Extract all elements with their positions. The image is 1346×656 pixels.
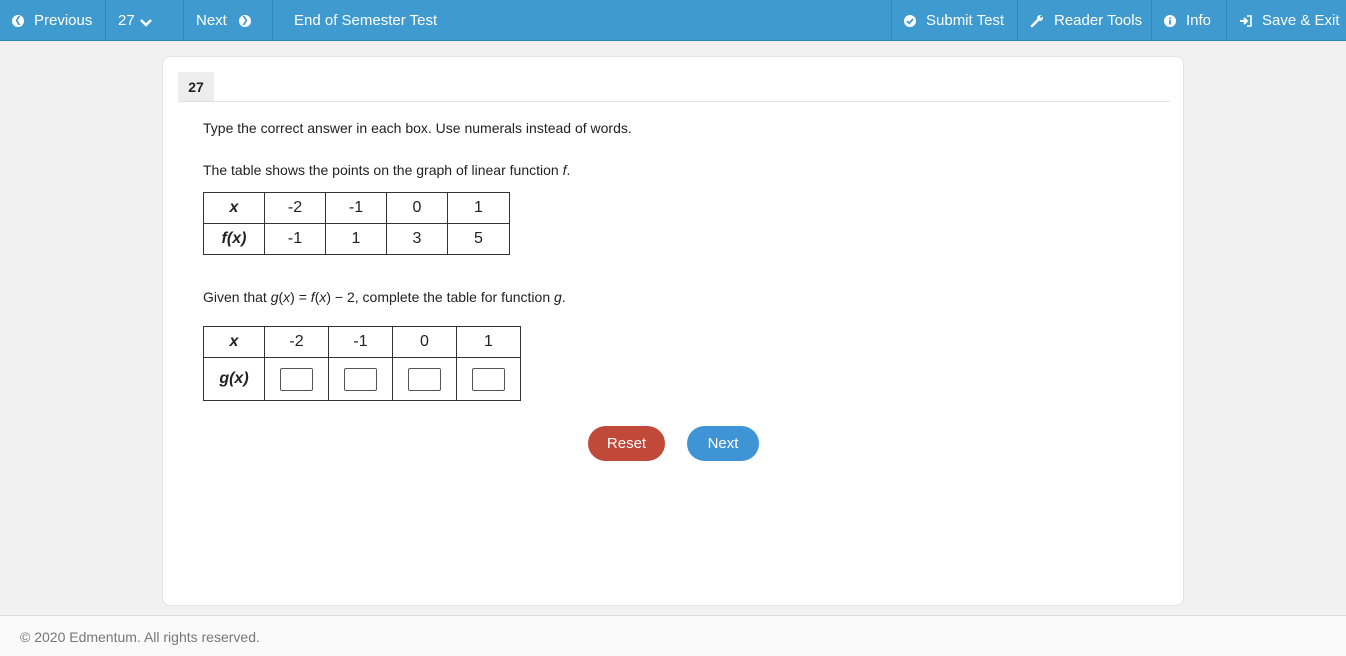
f-table-x-cell: 1: [447, 192, 510, 224]
g-table-x-header: x: [203, 326, 265, 358]
g-table-x-cell: 1: [456, 326, 521, 358]
f-table-fx-header: f(x): [203, 223, 265, 255]
divider: [105, 0, 106, 41]
submit-test-label: Submit Test: [926, 12, 1005, 29]
f-table-x-header: x: [203, 192, 265, 224]
reader-tools-label: Reader Tools: [1054, 12, 1143, 29]
question-selector[interactable]: 27: [118, 0, 153, 41]
g-table-x-cell: 0: [392, 326, 457, 358]
given-text: Given that g(x) = f(x) − 2, complete the…: [203, 289, 566, 305]
g-table-x-cell: -1: [328, 326, 393, 358]
given-g: g: [270, 289, 279, 305]
answer-input-3[interactable]: [408, 367, 441, 391]
reader-tools-button[interactable]: Reader Tools: [1030, 0, 1142, 41]
question-number-badge: 27: [178, 72, 214, 101]
table-intro-label: The table shows the points on the graph …: [203, 162, 563, 178]
reset-button[interactable]: Reset: [588, 426, 665, 461]
check-circle-icon: [904, 14, 916, 27]
top-navigation-bar: ❮ Previous 27 Next ❯ End of Semester Tes…: [0, 0, 1346, 41]
question-selector-number: 27: [118, 12, 135, 29]
table-intro-text: The table shows the points on the graph …: [203, 162, 570, 178]
given-g: g: [554, 289, 562, 305]
g-table-answer-cell: [328, 357, 393, 401]
g-table: x -2 -1 0 1 g(x): [203, 326, 521, 401]
f-table-x-cell: -1: [325, 192, 387, 224]
previous-label: Previous: [34, 12, 93, 29]
f-table: x -2 -1 0 1 f(x) -1 1 3 5: [203, 192, 510, 255]
divider: [891, 0, 892, 41]
divider: [1151, 0, 1152, 41]
f-table-fx-cell: 5: [447, 223, 510, 255]
table-intro-period: .: [566, 162, 571, 178]
answer-input-2[interactable]: [344, 367, 377, 391]
g-table-x-cell: -2: [264, 326, 329, 358]
f-table-fx-cell: 1: [325, 223, 387, 255]
f-table-x-cell: 0: [386, 192, 448, 224]
f-table-x-cell: -2: [264, 192, 326, 224]
g-table-answer-cell: [456, 357, 521, 401]
given-rest: ) − 2, complete the table for function: [326, 289, 554, 305]
wrench-icon: [1030, 14, 1044, 28]
g-table-gx-header: g(x): [203, 357, 265, 401]
footer: © 2020 Edmentum. All rights reserved.: [0, 615, 1346, 656]
arrow-right-circle-icon: ❯: [238, 14, 251, 27]
f-table-fx-cell: -1: [264, 223, 326, 255]
info-button[interactable]: Info: [1164, 0, 1211, 41]
test-title: End of Semester Test: [294, 12, 438, 29]
save-exit-label: Save & Exit: [1262, 12, 1340, 29]
save-exit-button[interactable]: Save & Exit: [1239, 0, 1340, 41]
info-label: Info: [1186, 12, 1212, 29]
divider: [183, 0, 184, 41]
info-circle-icon: [1164, 14, 1176, 27]
g-table-answer-cell: [264, 357, 329, 401]
given-equals: ) =: [290, 289, 311, 305]
previous-button[interactable]: ❮ Previous: [12, 0, 92, 41]
g-table-answer-cell: [392, 357, 457, 401]
next-nav-label: Next: [196, 12, 227, 29]
chevron-down-icon: [139, 15, 153, 32]
given-period: .: [561, 289, 566, 305]
instruction-text: Type the correct answer in each box. Use…: [203, 120, 632, 136]
sign-out-icon: [1239, 14, 1252, 27]
given-prefix: Given that: [203, 289, 271, 305]
arrow-left-circle-icon: ❮: [12, 14, 24, 27]
answer-input-1[interactable]: [280, 367, 313, 391]
next-button[interactable]: Next: [687, 426, 759, 461]
copyright-text: © 2020 Edmentum. All rights reserved.: [20, 629, 260, 645]
question-card: 27 Type the correct answer in each box. …: [162, 56, 1184, 606]
divider: [1226, 0, 1227, 41]
divider: [272, 0, 273, 41]
answer-input-4[interactable]: [472, 367, 505, 391]
f-table-fx-cell: 3: [386, 223, 448, 255]
submit-test-button[interactable]: Submit Test: [904, 0, 1004, 41]
divider: [178, 101, 1170, 102]
divider: [1017, 0, 1018, 41]
next-nav-button[interactable]: Next ❯: [196, 0, 251, 41]
